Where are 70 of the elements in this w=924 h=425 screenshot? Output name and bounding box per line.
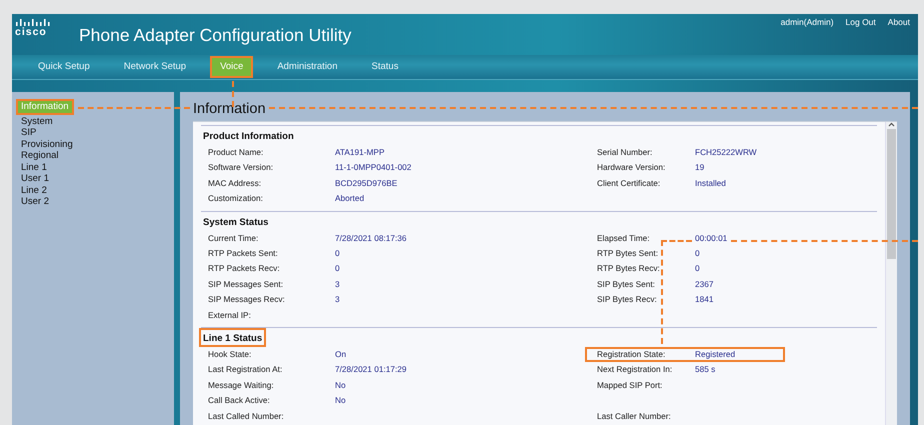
- field-label: Product Name:: [208, 147, 264, 158]
- scroll-thumb[interactable]: [887, 129, 896, 259]
- field-value: Aborted: [335, 193, 364, 205]
- field-value: 19: [695, 162, 704, 174]
- field-label: MAC Address:: [208, 178, 262, 190]
- field-label: SIP Bytes Sent:: [597, 278, 655, 290]
- header-link[interactable]: admin(Admin): [780, 16, 834, 29]
- field-label: RTP Packets Sent:: [208, 248, 278, 260]
- field-label: Message Waiting:: [208, 380, 274, 392]
- field-label: Last Registration At:: [208, 364, 282, 376]
- field-value: 7/28/2021 08:17:36: [335, 232, 407, 244]
- field-label: External IP:: [208, 310, 251, 322]
- sidebar-item[interactable]: User 1: [21, 173, 49, 184]
- sidebar-item[interactable]: User 2: [21, 196, 49, 208]
- page-title: Information: [193, 101, 266, 117]
- scrollbar[interactable]: [885, 122, 897, 425]
- field-label: Hook State:: [208, 349, 252, 360]
- field-value: No: [335, 380, 346, 392]
- field-label: SIP Bytes Recv:: [597, 294, 657, 306]
- field-label: Mapped SIP Port:: [597, 380, 662, 392]
- field-label: Client Certificate:: [597, 178, 660, 190]
- field-label: Software Version:: [208, 162, 274, 174]
- field-label: Elapsed Time:: [597, 232, 650, 244]
- field-value: 0: [335, 248, 340, 260]
- field-label: Call Back Active:: [208, 395, 270, 407]
- field-value: FCH25222WRW: [695, 147, 757, 158]
- field-label: Last Caller Number:: [597, 410, 671, 422]
- field-label: Serial Number:: [597, 147, 652, 158]
- sidebar-item[interactable]: Line 1: [21, 162, 47, 173]
- field-label: Hardware Version:: [597, 162, 666, 174]
- field-label: SIP Messages Recv:: [208, 294, 285, 306]
- field-value: 0: [695, 263, 700, 275]
- app-title: Phone Adapter Configuration Utility: [79, 24, 352, 47]
- field-label: RTP Bytes Recv:: [597, 263, 660, 275]
- field-value: 2367: [695, 278, 714, 290]
- sidebar-item[interactable]: System: [21, 116, 53, 127]
- field-value: 7/28/2021 01:17:29: [335, 364, 407, 376]
- field-value: Installed: [695, 178, 726, 190]
- field-value: BCD295D976BE: [335, 178, 398, 190]
- field-value: 0: [335, 263, 340, 275]
- field-value: 3: [335, 278, 340, 290]
- field-label: Next Registration In:: [597, 364, 672, 376]
- field-label: SIP Messages Sent:: [208, 278, 284, 290]
- header-link[interactable]: Log Out: [846, 16, 876, 29]
- field-value: Registered: [695, 349, 736, 360]
- sidebar-item[interactable]: Provisioning: [21, 138, 73, 150]
- field-value: 1841: [695, 294, 714, 306]
- sidebar-item[interactable]: SIP: [21, 127, 36, 138]
- section-title: Line 1 Status: [199, 328, 266, 348]
- field-value: 00:00:01: [695, 232, 728, 244]
- field-label: Last Called Number:: [208, 410, 284, 422]
- logo-text: cisco: [15, 27, 48, 38]
- field-label: Registration State:: [597, 349, 666, 360]
- header-link[interactable]: About: [888, 16, 910, 29]
- field-value: 3: [335, 294, 340, 306]
- sidebar-item[interactable]: Regional: [21, 150, 58, 162]
- field-value: On: [335, 349, 346, 360]
- field-label: Customization:: [208, 193, 263, 205]
- sidebar-item[interactable]: Line 2: [21, 184, 47, 196]
- field-value: No: [335, 395, 346, 407]
- field-label: Current Time:: [208, 232, 258, 244]
- section-title: Product Information: [202, 130, 295, 144]
- field-value: 585 s: [695, 364, 716, 376]
- field-label: RTP Bytes Sent:: [597, 248, 658, 260]
- field-value: ATA191-MPP: [335, 147, 384, 158]
- field-label: RTP Packets Recv:: [208, 263, 280, 275]
- field-value: 0: [695, 248, 700, 260]
- section-title: System Status: [202, 216, 270, 230]
- field-value: 11-1-0MPP0401-002: [335, 162, 412, 174]
- scroll-up-icon[interactable]: [888, 122, 895, 127]
